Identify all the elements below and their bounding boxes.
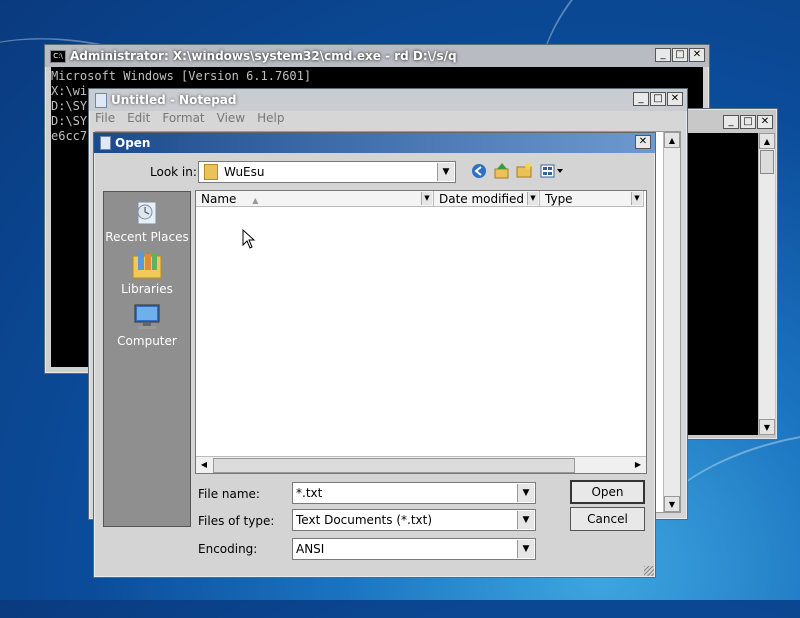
scroll-up-arrow[interactable]: ▲ xyxy=(664,132,680,148)
menu-view[interactable]: View xyxy=(217,111,245,125)
scroll-down-arrow[interactable]: ▼ xyxy=(759,419,775,435)
open-dialog-title: Open xyxy=(115,136,151,150)
look-in-label: Look in: xyxy=(150,165,197,179)
file-name-input[interactable]: *.txt ▼ xyxy=(292,482,536,504)
folder-icon xyxy=(204,164,218,180)
vertical-scrollbar[interactable]: ▲ ▼ xyxy=(758,133,775,435)
cmd-titlebar[interactable]: C:\ Administrator: X:\windows\system32\c… xyxy=(45,45,709,67)
resize-grip[interactable] xyxy=(644,566,654,576)
chevron-down-icon[interactable]: ▼ xyxy=(517,484,534,502)
up-folder-icon[interactable] xyxy=(494,162,512,180)
console-line: Microsoft Windows [Version 6.1.7601] xyxy=(51,69,312,83)
encoding-value: ANSI xyxy=(296,542,325,556)
place-computer[interactable]: Computer xyxy=(104,302,190,348)
column-header-type[interactable]: Type ▼ xyxy=(540,191,644,207)
maximize-button[interactable]: □ xyxy=(672,48,688,62)
file-name-label: File name: xyxy=(198,487,260,501)
menu-format[interactable]: Format xyxy=(162,111,204,125)
maximize-button[interactable]: □ xyxy=(650,92,666,106)
chevron-down-icon[interactable]: ▼ xyxy=(631,192,642,205)
chevron-down-icon[interactable]: ▼ xyxy=(421,192,432,205)
menu-file[interactable]: File xyxy=(95,111,115,125)
place-label: Recent Places xyxy=(105,230,189,244)
computer-icon xyxy=(130,302,164,332)
scroll-up-arrow[interactable]: ▲ xyxy=(759,133,775,149)
notepad-menubar: File Edit Format View Help xyxy=(95,111,284,125)
column-header-date-modified[interactable]: Date modified ▼ xyxy=(434,191,540,207)
libraries-icon xyxy=(130,250,164,280)
place-label: Libraries xyxy=(121,282,173,296)
menu-edit[interactable]: Edit xyxy=(127,111,150,125)
close-button[interactable]: ✕ xyxy=(635,135,651,149)
open-dialog[interactable]: Open ✕ Look in: WuEsu ▼ Recent Places Li… xyxy=(93,132,656,578)
scroll-right-arrow[interactable]: ▶ xyxy=(630,457,646,472)
files-of-type-value: Text Documents (*.txt) xyxy=(296,513,433,527)
notepad-title: Untitled - Notepad xyxy=(111,93,237,107)
open-dialog-titlebar[interactable]: Open xyxy=(94,133,655,153)
chevron-down-icon[interactable]: ▼ xyxy=(437,163,454,181)
look-in-select[interactable]: WuEsu ▼ xyxy=(198,161,456,183)
mouse-pointer-icon xyxy=(242,228,256,252)
horizontal-scrollbar[interactable]: ◀ ▶ xyxy=(196,456,646,473)
column-label: Name xyxy=(201,192,237,206)
scroll-down-arrow[interactable]: ▼ xyxy=(664,496,680,512)
close-button[interactable]: ✕ xyxy=(667,92,683,106)
places-bar: Recent Places Libraries Computer xyxy=(103,191,191,527)
maximize-button[interactable]: □ xyxy=(740,115,756,129)
column-label: Date modified xyxy=(439,192,525,206)
file-name-value: *.txt xyxy=(296,486,323,500)
look-in-value: WuEsu xyxy=(224,165,265,179)
file-list[interactable]: Name ▲ ▼ Date modified ▼ Type ▼ ◀ ▶ xyxy=(195,190,647,474)
cmd-title: Administrator: X:\windows\system32\cmd.e… xyxy=(70,49,457,63)
cancel-button[interactable]: Cancel xyxy=(570,507,645,531)
vertical-scrollbar[interactable]: ▲ ▼ xyxy=(663,132,680,512)
close-button[interactable]: ✕ xyxy=(757,115,773,129)
files-of-type-select[interactable]: Text Documents (*.txt) ▼ xyxy=(292,509,536,531)
chevron-down-icon[interactable]: ▼ xyxy=(517,511,534,529)
notepad-icon xyxy=(100,136,111,150)
cmd-icon: C:\ xyxy=(50,49,66,63)
place-label: Computer xyxy=(117,334,177,348)
minimize-button[interactable]: _ xyxy=(633,92,649,106)
console-output[interactable] xyxy=(683,133,761,435)
sort-up-icon: ▲ xyxy=(252,196,259,205)
view-menu-icon[interactable] xyxy=(540,163,566,181)
scroll-left-arrow[interactable]: ◀ xyxy=(196,457,212,472)
recent-places-icon xyxy=(130,198,164,228)
place-recent-places[interactable]: Recent Places xyxy=(104,198,190,244)
scroll-thumb[interactable] xyxy=(213,458,575,473)
scroll-thumb[interactable] xyxy=(760,150,774,174)
column-label: Type xyxy=(545,192,573,206)
column-header-name[interactable]: Name ▲ ▼ xyxy=(196,191,434,207)
files-of-type-label: Files of type: xyxy=(198,514,275,528)
notepad-titlebar[interactable]: Untitled - Notepad xyxy=(89,89,687,111)
chevron-down-icon[interactable]: ▼ xyxy=(517,540,534,558)
encoding-label: Encoding: xyxy=(198,542,258,556)
open-button[interactable]: Open xyxy=(570,480,645,504)
encoding-select[interactable]: ANSI ▼ xyxy=(292,538,536,560)
new-folder-icon[interactable] xyxy=(516,162,534,180)
back-icon[interactable] xyxy=(471,163,489,181)
notepad-icon xyxy=(95,92,107,108)
minimize-button[interactable]: _ xyxy=(655,48,671,62)
chevron-down-icon[interactable]: ▼ xyxy=(527,192,538,205)
close-button[interactable]: ✕ xyxy=(689,48,705,62)
place-libraries[interactable]: Libraries xyxy=(104,250,190,296)
menu-help[interactable]: Help xyxy=(257,111,284,125)
minimize-button[interactable]: _ xyxy=(723,115,739,129)
